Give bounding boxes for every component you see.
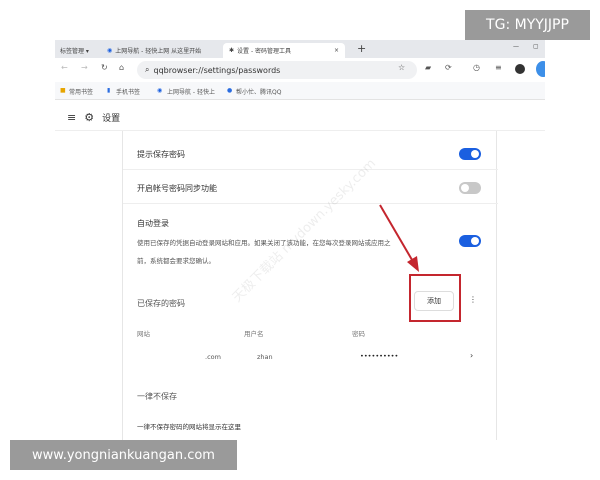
auto-login-toggle[interactable]: [459, 235, 481, 247]
new-tab-button[interactable]: +: [357, 42, 366, 55]
search-icon: ⌕: [145, 65, 150, 74]
bookmark-item[interactable]: 上网导航 - 轻快上: [167, 87, 215, 96]
highlight-box: [409, 274, 461, 322]
red-arrow-icon: [379, 204, 419, 272]
qq-icon: ◉: [107, 47, 113, 54]
minimize-icon[interactable]: —: [513, 43, 519, 50]
auto-login-desc: 使用已保存的凭据自动登录网站和应用。如果关闭了该功能，在您每次登录网站或应用之: [137, 239, 391, 247]
sync-icon[interactable]: ⟳: [445, 63, 452, 72]
offer-save-label: 提示保存密码: [137, 150, 185, 159]
gear-icon: ✱: [229, 47, 235, 54]
never-save-empty: 一律不保存密码的网站将显示在这里: [137, 423, 241, 431]
extension-icon[interactable]: ▰: [425, 63, 431, 72]
menu-icon[interactable]: ≡: [495, 63, 502, 72]
address-bar[interactable]: ⌕ qqbrowser://settings/passwords: [137, 61, 417, 79]
tab-label: 标签管理 ▾: [60, 48, 89, 55]
never-save-title: 一律不保存: [137, 392, 177, 401]
history-icon[interactable]: ◷: [473, 63, 480, 72]
close-tab-icon[interactable]: ×: [334, 47, 339, 54]
offer-save-toggle[interactable]: [459, 148, 481, 160]
qq-icon: ◉: [157, 87, 163, 94]
url-text: qqbrowser://settings/passwords: [153, 65, 281, 75]
column-username: 用户名: [244, 330, 264, 338]
bookmarks-bar: ■ 常用书签 ▮ 手机书签 ◉ 上网导航 - 轻快上 ● 帮小忙、腾讯QQ: [55, 82, 545, 100]
bookmark-item[interactable]: 手机书签: [116, 87, 140, 96]
chevron-right-icon[interactable]: ›: [470, 351, 473, 360]
maximize-icon[interactable]: ▢: [533, 43, 539, 50]
row-username: zhan: [257, 353, 273, 361]
home-icon[interactable]: ⌂: [119, 63, 124, 72]
overlay-label: TG: MYYJJPP: [465, 10, 590, 40]
tab-navigation[interactable]: ◉ 上网导航 - 轻快上网 从这里开始: [107, 43, 201, 58]
saved-passwords-title: 已保存的密码: [137, 299, 185, 308]
tab-bar: 标签管理 ▾ ◉ 上网导航 - 轻快上网 从这里开始 ✱ 设置 - 密码管理工具 × …: [55, 40, 545, 58]
row-site: .com: [205, 353, 221, 361]
row-password: ••••••••••: [360, 352, 399, 360]
star-icon[interactable]: ☆: [398, 63, 405, 72]
avatar[interactable]: [515, 64, 525, 74]
sync-label: 开启帐号密码同步功能: [137, 184, 217, 193]
gear-icon: ⚙: [84, 111, 95, 124]
hamburger-icon[interactable]: ≡: [67, 111, 76, 124]
phone-bookmark-icon: ▮: [107, 87, 111, 94]
settings-header: ≡ ⚙ 设置: [55, 105, 545, 131]
cloud-icon: ●: [227, 87, 233, 94]
auto-login-desc: 前，系统都会要求您确认。: [137, 257, 215, 265]
sync-toggle[interactable]: [459, 182, 481, 194]
reload-icon[interactable]: ↻: [101, 63, 108, 72]
password-settings-card: 提示保存密码 开启帐号密码同步功能 自动登录 使用已保存的凭据自动登录网站和应用…: [122, 131, 498, 440]
browser-window: 标签管理 ▾ ◉ 上网导航 - 轻快上网 从这里开始 ✱ 设置 - 密码管理工具 × …: [55, 40, 545, 440]
back-icon[interactable]: ←: [61, 63, 68, 72]
folder-icon: ■: [60, 87, 66, 94]
bookmark-item[interactable]: 帮小忙、腾讯QQ: [236, 87, 281, 96]
auto-login-label: 自动登录: [137, 219, 169, 228]
column-password: 密码: [352, 330, 365, 338]
tab-manager[interactable]: 标签管理 ▾: [60, 43, 89, 58]
more-options-icon[interactable]: ⋮: [469, 295, 477, 304]
column-site: 网站: [137, 330, 150, 338]
address-toolbar: ← → ↻ ⌂ ⌕ qqbrowser://settings/passwords …: [55, 58, 545, 82]
forward-icon[interactable]: →: [81, 63, 88, 72]
tab-label: 设置 - 密码管理工具: [237, 48, 292, 55]
page-title: 设置: [102, 114, 121, 124]
account-icon[interactable]: [536, 61, 545, 77]
bookmark-item[interactable]: 常用书签: [69, 87, 93, 96]
tab-label: 上网导航 - 轻快上网 从这里开始: [115, 48, 202, 55]
overlay-url: www.yongniankuangan.com: [10, 440, 237, 470]
tab-settings[interactable]: ✱ 设置 - 密码管理工具 ×: [223, 43, 345, 58]
